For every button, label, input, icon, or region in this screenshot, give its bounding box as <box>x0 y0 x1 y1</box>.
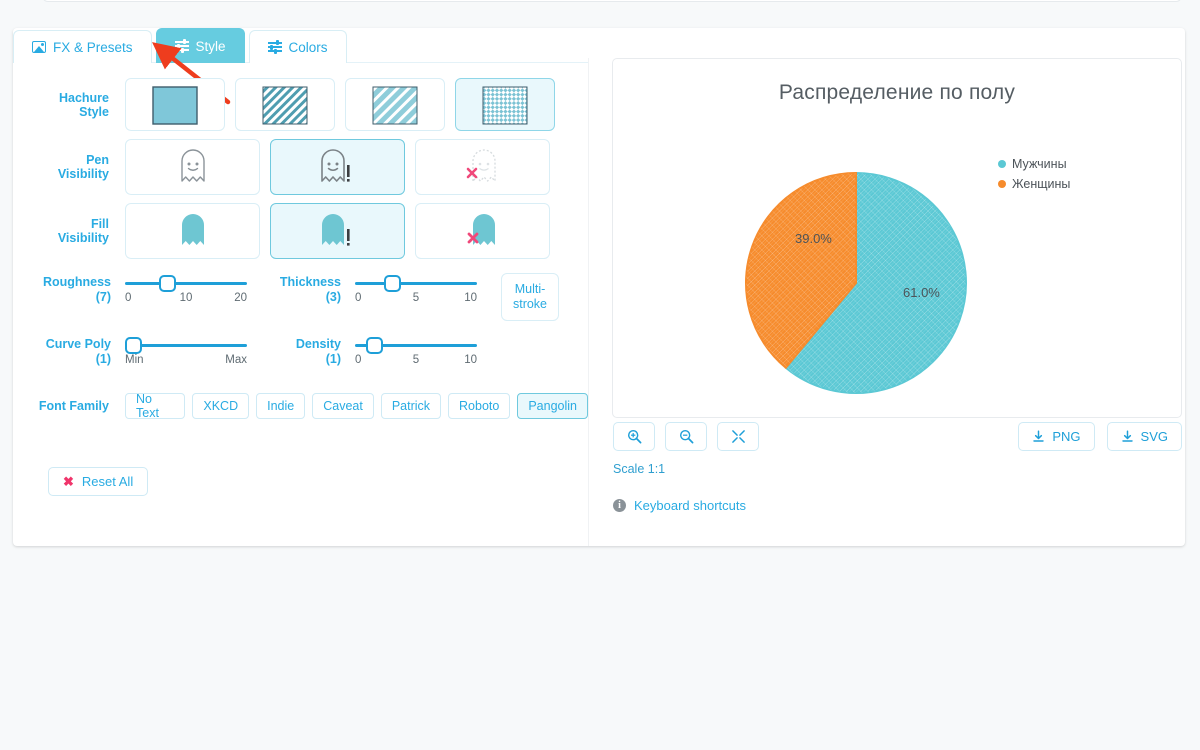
svg-label: SVG <box>1140 429 1168 444</box>
thickness-ticks: 0 5 10 <box>355 291 477 304</box>
font-option-indie[interactable]: Indie <box>256 393 306 419</box>
download-icon <box>1121 430 1133 442</box>
fill-visibility-emphasized[interactable] <box>270 203 405 259</box>
font-family-options: No Text XKCD Indie Caveat Patrick Roboto… <box>125 392 588 420</box>
reset-all-label: Reset All <box>81 474 134 489</box>
hachure-style-label: Hachure Style <box>58 90 109 119</box>
density-ticks: 0 5 10 <box>355 353 477 366</box>
zoom-out-icon <box>679 429 693 444</box>
pen-visibility-label: Pen Visibility <box>57 153 109 181</box>
density-slider[interactable]: 0 5 10 <box>355 335 477 366</box>
scale-indicator: Scale 1:1 <box>613 462 666 476</box>
x-icon: ✖ <box>63 473 74 489</box>
font-option-caveat[interactable]: Caveat <box>312 393 374 419</box>
expand-icon <box>731 430 745 443</box>
style-controls: Hachure Style Pen Visibility Fill Visibi… <box>13 78 588 496</box>
hachure-style-row: Hachure Style <box>13 78 588 131</box>
fill-visibility-label: Fill Visibility <box>57 217 109 245</box>
download-png-button[interactable]: PNG <box>1018 422 1095 451</box>
hachure-option-zigzag[interactable] <box>345 78 445 131</box>
curve-poly-slider[interactable]: Min Max <box>125 335 247 366</box>
zoom-out-button[interactable] <box>665 422 707 451</box>
thickness-label: Thickness (3) <box>279 275 341 304</box>
fill-visibility-normal[interactable] <box>125 203 260 259</box>
chart-legend: Мужчины Женщины <box>998 157 1070 197</box>
reset-all-button[interactable]: ✖ Reset All <box>48 467 149 496</box>
legend-label: Женщины <box>1012 177 1071 191</box>
tab-fx-presets[interactable]: FX & Presets <box>13 30 152 63</box>
roughness-slider[interactable]: 0 10 20 <box>125 273 247 304</box>
font-option-patrick[interactable]: Patrick <box>380 393 442 419</box>
tab-label: Style <box>195 38 226 54</box>
curve-poly-ticks: Min Max <box>125 353 247 366</box>
keyboard-shortcuts-link[interactable]: Keyboard shortcuts <box>634 498 746 513</box>
chart-toolbar <box>613 422 759 451</box>
slider-row-1: Roughness (7) 0 10 20 Thickness (3) 0 5 … <box>13 273 588 321</box>
legend-dot-icon <box>998 180 1006 188</box>
download-icon <box>1033 430 1045 442</box>
fill-visibility-hidden[interactable] <box>415 203 550 259</box>
pen-visibility-row: Pen Visibility <box>13 139 588 195</box>
font-option-roboto[interactable]: Roboto <box>448 393 511 419</box>
tab-label: Colors <box>288 39 328 55</box>
keyboard-shortcuts-row: i Keyboard shortcuts <box>613 498 746 513</box>
tab-bar: FX & Presets Style Colors <box>13 28 347 63</box>
font-family-row: Font Family No Text XKCD Indie Caveat Pa… <box>13 392 588 420</box>
pie-label-female: 39.0% <box>795 231 832 246</box>
sliders-icon <box>174 39 189 53</box>
zoom-in-button[interactable] <box>613 422 655 451</box>
pen-visibility-hidden[interactable] <box>415 139 550 195</box>
fill-visibility-row: Fill Visibility <box>13 203 588 259</box>
legend-label: Мужчины <box>1012 157 1067 171</box>
curve-poly-thumb[interactable] <box>125 336 142 354</box>
legend-item-female[interactable]: Женщины <box>998 177 1070 191</box>
tab-style[interactable]: Style <box>155 28 245 63</box>
font-option-xkcd[interactable]: XKCD <box>192 393 250 419</box>
roughness-thumb[interactable] <box>159 274 177 292</box>
zoom-in-icon <box>627 429 641 444</box>
pen-visibility-normal[interactable] <box>125 139 260 195</box>
thickness-thumb[interactable] <box>384 274 402 292</box>
reset-row: ✖ Reset All <box>48 467 588 496</box>
hachure-option-hachure[interactable] <box>235 78 335 131</box>
font-option-pangolin[interactable]: Pangolin <box>517 393 588 419</box>
png-label: PNG <box>1052 429 1081 444</box>
download-svg-button[interactable]: SVG <box>1106 422 1182 451</box>
roughness-ticks: 0 10 20 <box>125 291 247 304</box>
slider-row-2: Curve Poly (1) Min Max Density (1) 0 5 1… <box>13 335 588 367</box>
pen-visibility-emphasized[interactable] <box>270 139 405 195</box>
legend-item-male[interactable]: Мужчины <box>998 157 1070 171</box>
hachure-option-cross-hatch[interactable] <box>455 78 555 131</box>
top-partial-card <box>42 0 1182 2</box>
font-option-no-text[interactable]: No Text <box>125 392 186 420</box>
pen-visibility-options <box>125 139 550 195</box>
roughness-label: Roughness (7) <box>42 275 111 304</box>
panel-divider <box>588 58 589 546</box>
legend-dot-icon <box>998 160 1006 168</box>
thickness-slider[interactable]: 0 5 10 <box>355 273 477 304</box>
curve-poly-label: Curve Poly (1) <box>45 337 111 366</box>
info-icon: i <box>613 499 626 512</box>
density-thumb[interactable] <box>365 336 383 354</box>
tab-colors[interactable]: Colors <box>248 30 347 63</box>
chart-preview-card: Распределение по полу 39.0% 61.0% Мужчин… <box>612 58 1182 418</box>
fill-visibility-options <box>125 203 550 259</box>
multi-stroke-button[interactable]: Multi- stroke <box>501 273 559 321</box>
font-family-label: Font Family <box>38 399 109 413</box>
export-toolbar: PNG SVG <box>1018 422 1182 451</box>
hachure-swatches <box>125 78 555 131</box>
fit-to-screen-button[interactable] <box>717 422 759 451</box>
density-label: Density (1) <box>295 337 341 366</box>
tab-label: FX & Presets <box>53 39 133 55</box>
hachure-option-solid[interactable] <box>125 78 225 131</box>
sliders-icon <box>267 40 282 54</box>
image-icon <box>32 41 46 53</box>
pie-label-male: 61.0% <box>903 285 940 300</box>
pie-chart: 39.0% 61.0% <box>744 171 967 394</box>
